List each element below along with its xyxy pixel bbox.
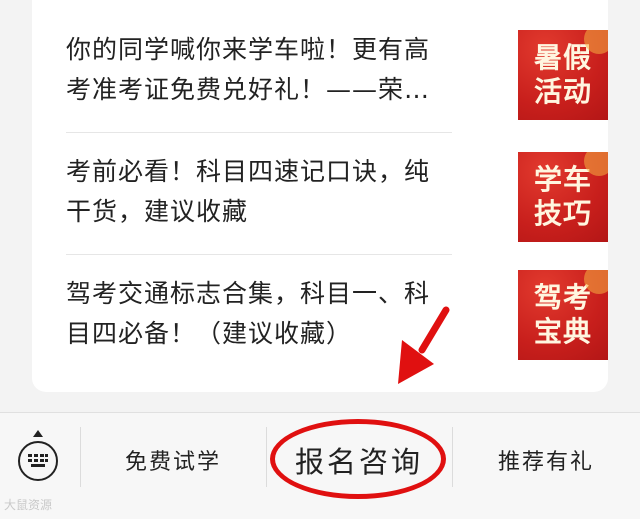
annotation-arrow-icon (398, 306, 450, 384)
keyboard-icon (28, 454, 48, 467)
keyboard-toggle-button[interactable] (18, 441, 58, 481)
article-title[interactable]: 你的同学喊你来学车啦！更有高考准考证免费兑好礼！——荣安... (66, 30, 446, 110)
annotation-circle (270, 419, 446, 499)
thumbnail-text-line2: 宝典 (533, 315, 592, 348)
menu-free-trial[interactable]: 免费试学 (80, 413, 266, 507)
article-thumbnail[interactable]: 暑假 活动 (518, 30, 608, 120)
article-thumbnail[interactable]: 学车 技巧 (518, 152, 608, 242)
thumbnail-text-line2: 活动 (533, 75, 592, 108)
thumbnail-text-line2: 技巧 (533, 197, 592, 230)
article-title[interactable]: 考前必看！科目四速记口诀，纯干货，建议收藏 (66, 152, 446, 232)
caret-up-icon (33, 430, 43, 437)
menu-referral-reward[interactable]: 推荐有礼 (452, 413, 640, 507)
article-item[interactable]: 驾考交通标志合集，科目一、科目四必备！（建议收藏） 驾考 宝典 (66, 270, 608, 394)
watermark: 大鼠资源 (4, 498, 53, 512)
divider (66, 254, 452, 255)
article-thumbnail[interactable]: 驾考 宝典 (518, 270, 608, 360)
divider (66, 132, 452, 133)
article-list-card: 你的同学喊你来学车啦！更有高考准考证免费兑好礼！——荣安... 暑假 活动 考前… (32, 0, 608, 392)
